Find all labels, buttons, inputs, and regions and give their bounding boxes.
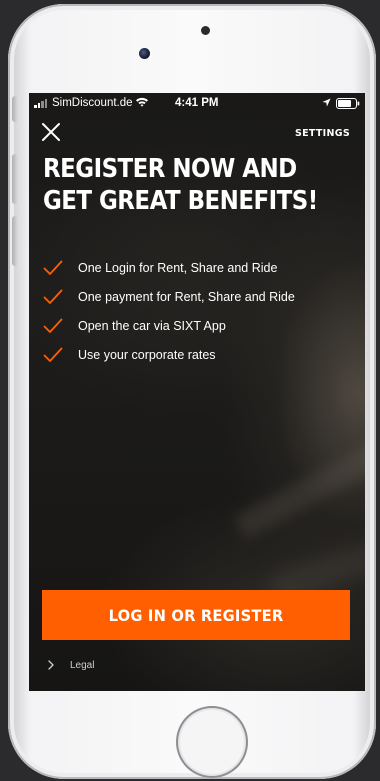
check-icon [43, 318, 63, 333]
settings-button[interactable]: SETTINGS [295, 128, 350, 139]
benefits-list: One Login for Rent, Share and Ride One p… [43, 258, 353, 374]
benefit-text: One payment for Rent, Share and Ride [78, 290, 295, 304]
front-camera [139, 48, 150, 59]
wifi-icon [136, 97, 148, 107]
status-bar: SimDiscount.de 4:41 PM [29, 93, 365, 113]
location-arrow-icon [322, 98, 331, 107]
chevron-right-icon [48, 660, 54, 670]
volume-up-button [12, 154, 18, 204]
login-register-button[interactable]: LOG IN OR REGISTER [42, 590, 350, 640]
benefit-text: One Login for Rent, Share and Ride [78, 261, 278, 275]
mute-switch [12, 96, 18, 122]
volume-down-button [12, 216, 18, 266]
benefit-text: Use your corporate rates [78, 348, 216, 362]
legal-link[interactable]: Legal [47, 657, 94, 673]
battery-icon [336, 98, 360, 109]
speaker-dot [201, 26, 210, 35]
benefit-text: Open the car via SIXT App [78, 319, 226, 333]
check-icon [43, 347, 63, 362]
benefit-item: Open the car via SIXT App [43, 316, 353, 345]
legal-label: Legal [70, 659, 95, 671]
check-icon [43, 289, 63, 304]
app-screen: SimDiscount.de 4:41 PM SETTINGS REGISTER… [29, 93, 365, 691]
close-icon[interactable] [40, 121, 62, 143]
benefit-item: One payment for Rent, Share and Ride [43, 287, 353, 316]
signal-strength-icon [34, 99, 52, 108]
benefit-item: Use your corporate rates [43, 345, 353, 374]
carrier-name: SimDiscount.de [52, 97, 133, 109]
page-headline: REGISTER NOW AND GET GREAT BENEFITS! [43, 154, 318, 216]
benefit-item: One Login for Rent, Share and Ride [43, 258, 353, 287]
status-time: 4:41 PM [175, 97, 219, 109]
check-icon [43, 260, 63, 275]
home-button[interactable] [176, 706, 248, 778]
login-register-label: LOG IN OR REGISTER [108, 605, 284, 625]
